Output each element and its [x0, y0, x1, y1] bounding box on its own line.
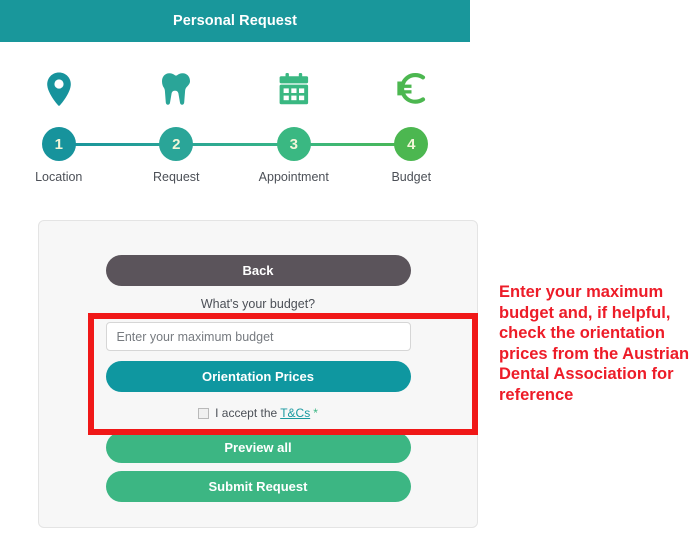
step-indicator-budget[interactable]: 4 — [353, 127, 471, 161]
submit-request-button[interactable]: Submit Request — [105, 471, 411, 502]
orientation-prices-button[interactable]: Orientation Prices — [105, 361, 411, 392]
terms-prefix-label: I accept the — [215, 406, 278, 420]
step-label-row: Location Request Appointment Budget — [0, 170, 470, 184]
terms-required-marker: * — [313, 406, 318, 420]
page-header: Personal Request — [0, 0, 470, 42]
step-icon-row — [0, 68, 470, 110]
step-number-badge-2: 2 — [159, 127, 194, 161]
step-icon-cell-appointment — [235, 68, 353, 110]
terms-checkbox[interactable] — [198, 407, 210, 419]
step-label-location: Location — [35, 170, 83, 184]
step-label-cell-appointment: Appointment — [235, 170, 353, 184]
step-icon-cell-budget — [353, 68, 471, 110]
terms-link[interactable]: T&Cs — [280, 406, 310, 420]
calendar-icon — [279, 68, 309, 110]
step-label-cell-location: Location — [0, 170, 118, 184]
step-label-budget: Budget — [391, 170, 432, 184]
wizard-stepper: 1 2 3 4 Location Request Appointment Bud… — [0, 42, 470, 207]
step-label-cell-budget: Budget — [353, 170, 471, 184]
step-number-badge-3: 3 — [276, 127, 311, 161]
location-pin-icon — [46, 68, 72, 110]
step-indicator-request[interactable]: 2 — [118, 127, 236, 161]
step-label-cell-request: Request — [118, 170, 236, 184]
back-button[interactable]: Back — [105, 255, 411, 286]
page-title: Personal Request — [172, 13, 298, 29]
euro-icon — [395, 68, 427, 110]
preview-all-button[interactable]: Preview all — [105, 432, 411, 463]
budget-form-card: Back What's your budget? Orientation Pri… — [38, 220, 478, 528]
annotation-instruction-text: Enter your maximum budget and, if helpfu… — [499, 283, 690, 404]
step-label-request: Request — [152, 170, 200, 184]
step-icon-cell-location — [0, 68, 118, 110]
step-indicator-location[interactable]: 1 — [0, 127, 118, 161]
step-number-badge-4: 4 — [394, 127, 429, 161]
step-indicator-appointment[interactable]: 3 — [235, 127, 353, 161]
tooth-icon — [161, 68, 191, 110]
budget-input[interactable] — [105, 322, 411, 351]
budget-question-label: What's your budget? — [200, 297, 316, 311]
step-label-appointment: Appointment — [258, 170, 329, 184]
terms-row: I accept the T&Cs * — [39, 406, 477, 420]
step-icon-cell-request — [118, 68, 236, 110]
step-circle-row: 1 2 3 4 — [0, 127, 470, 161]
step-number-badge-1: 1 — [41, 127, 76, 161]
